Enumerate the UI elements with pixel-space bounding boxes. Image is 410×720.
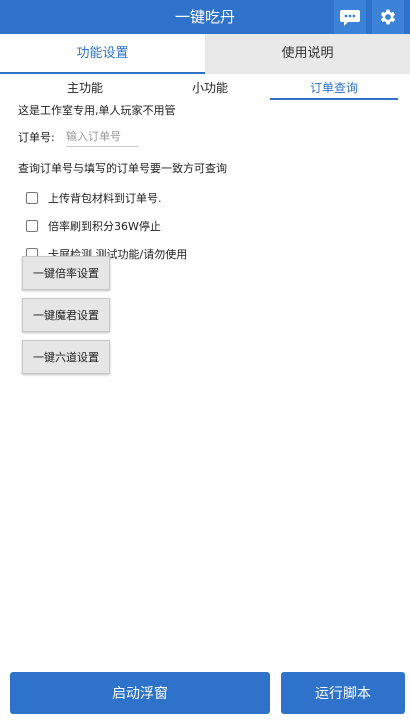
stop-at-points-label: 倍率刷到积分36W停止: [48, 220, 161, 233]
order-query-panel: 这是工作室专用,单人玩家不用管 订单号: 查询订单号与填写的订单号要一致方可查询…: [18, 102, 398, 268]
order-number-row: 订单号:: [18, 124, 398, 150]
order-number-input[interactable]: [66, 127, 138, 147]
checkbox-row-upload-materials[interactable]: 上传背包材料到订单号.: [18, 184, 398, 212]
multiplier-setup-button[interactable]: 一键倍率设置: [22, 256, 110, 290]
stop-at-points-checkbox[interactable]: [26, 220, 38, 232]
settings-button[interactable]: [372, 0, 404, 34]
start-floating-window-button[interactable]: 启动浮窗: [10, 672, 270, 714]
chat-button[interactable]: [334, 0, 366, 34]
upload-materials-checkbox[interactable]: [26, 192, 38, 204]
query-hint: 查询订单号与填写的订单号要一致方可查询: [18, 162, 227, 175]
run-script-button[interactable]: 运行脚本: [281, 672, 405, 714]
subtab-order-query[interactable]: 订单查询: [270, 78, 398, 100]
upload-materials-label: 上传背包材料到订单号.: [48, 192, 162, 205]
subtab-main-function[interactable]: 主功能: [0, 78, 150, 100]
studio-notice: 这是工作室专用,单人玩家不用管: [18, 104, 176, 117]
chat-icon: [340, 10, 360, 26]
subtab-small-function[interactable]: 小功能: [150, 78, 270, 100]
order-number-label: 订单号:: [18, 131, 55, 144]
checkbox-row-stop-at-points[interactable]: 倍率刷到积分36W停止: [18, 212, 398, 240]
sub-tabs: 主功能 小功能 订单查询: [0, 78, 410, 100]
six-paths-setup-button[interactable]: 一键六道设置: [22, 340, 110, 374]
tab-function-settings[interactable]: 功能设置: [0, 34, 205, 74]
gear-icon: [380, 9, 396, 25]
demon-lord-setup-button[interactable]: 一键魔君设置: [22, 298, 110, 332]
title-bar: 一键吃丹: [0, 0, 410, 34]
main-tabs: 功能设置 使用说明: [0, 34, 410, 74]
tab-usage-instructions[interactable]: 使用说明: [205, 34, 410, 74]
quick-setup-buttons: 一键倍率设置 一键魔君设置 一键六道设置: [22, 256, 110, 382]
